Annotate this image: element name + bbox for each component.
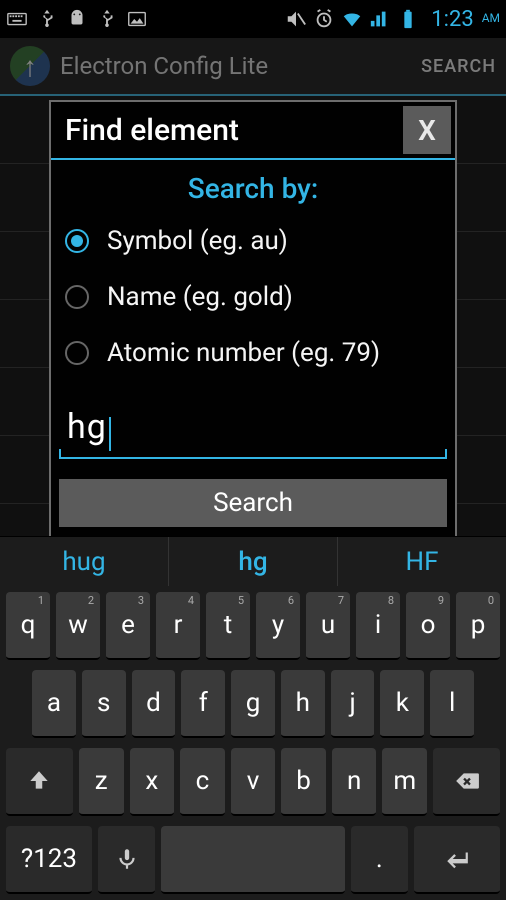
android-debug-icon	[66, 8, 88, 30]
key-g[interactable]: g	[231, 670, 275, 738]
key-n[interactable]: n	[332, 748, 377, 816]
battery-icon	[397, 8, 419, 30]
enter-key[interactable]	[414, 826, 500, 894]
radio-option-name[interactable]: Name (eg. gold)	[51, 269, 455, 325]
close-button[interactable]: X	[403, 106, 451, 154]
search-button[interactable]: Search	[59, 479, 447, 527]
dialog-title: Find element	[51, 113, 403, 148]
suggestion[interactable]: hug	[0, 537, 169, 586]
key-h[interactable]: h	[281, 670, 325, 738]
suggestion-bar: hug hg HF	[0, 536, 506, 586]
key-z[interactable]: z	[79, 748, 124, 816]
key-y[interactable]: y6	[256, 592, 300, 660]
status-bar: 1:23 AM	[0, 0, 506, 38]
key-v[interactable]: v	[231, 748, 276, 816]
shift-key[interactable]	[6, 748, 73, 816]
key-p[interactable]: p0	[456, 592, 500, 660]
radio-label: Symbol (eg. au)	[107, 226, 288, 256]
radio-label: Name (eg. gold)	[107, 282, 293, 312]
key-e[interactable]: e3	[106, 592, 150, 660]
backspace-key[interactable]	[433, 748, 500, 816]
key-b[interactable]: b	[281, 748, 326, 816]
radio-icon	[65, 285, 89, 309]
radio-option-symbol[interactable]: Symbol (eg. au)	[51, 213, 455, 269]
symbols-key[interactable]: ?123	[6, 826, 92, 894]
key-w[interactable]: w2	[56, 592, 100, 660]
radio-icon	[65, 229, 89, 253]
alarm-icon	[313, 8, 335, 30]
wifi-icon	[341, 8, 363, 30]
suggestion[interactable]: hg	[169, 537, 338, 586]
find-element-dialog: Find element X Search by: Symbol (eg. au…	[49, 100, 457, 541]
keyboard-icon	[6, 8, 28, 30]
key-q[interactable]: q1	[6, 592, 50, 660]
soft-keyboard: hug hg HF q1w2e3r4t5y6u7i8o9p0 asdfghjkl…	[0, 536, 506, 900]
search-by-label: Search by:	[51, 160, 455, 213]
dialog-titlebar: Find element X	[51, 102, 455, 160]
key-o[interactable]: o9	[406, 592, 450, 660]
search-input-value: hg	[63, 407, 107, 447]
signal-icon	[369, 8, 391, 30]
key-t[interactable]: t5	[206, 592, 250, 660]
search-input[interactable]: hg	[59, 403, 447, 459]
status-clock-ampm: AM	[482, 11, 500, 25]
suggestion[interactable]: HF	[338, 537, 506, 586]
key-i[interactable]: i8	[356, 592, 400, 660]
key-l[interactable]: l	[430, 670, 474, 738]
radio-icon	[65, 341, 89, 365]
key-m[interactable]: m	[382, 748, 427, 816]
status-clock: 1:23	[431, 7, 473, 32]
key-d[interactable]: d	[132, 670, 176, 738]
text-cursor	[109, 417, 111, 451]
period-key[interactable]: .	[351, 826, 408, 894]
key-j[interactable]: j	[331, 670, 375, 738]
key-c[interactable]: c	[180, 748, 225, 816]
usb-icon-2	[96, 8, 118, 30]
key-f[interactable]: f	[181, 670, 225, 738]
space-key[interactable]	[161, 826, 344, 894]
key-x[interactable]: x	[130, 748, 175, 816]
key-s[interactable]: s	[82, 670, 126, 738]
close-icon: X	[418, 114, 436, 147]
image-icon	[126, 8, 148, 30]
mute-icon	[285, 8, 307, 30]
key-a[interactable]: a	[32, 670, 76, 738]
radio-label: Atomic number (eg. 79)	[107, 338, 380, 368]
key-k[interactable]: k	[380, 670, 424, 738]
radio-option-atomic-number[interactable]: Atomic number (eg. 79)	[51, 325, 455, 381]
usb-icon	[36, 8, 58, 30]
key-u[interactable]: u7	[306, 592, 350, 660]
key-r[interactable]: r4	[156, 592, 200, 660]
mic-key[interactable]	[98, 826, 155, 894]
